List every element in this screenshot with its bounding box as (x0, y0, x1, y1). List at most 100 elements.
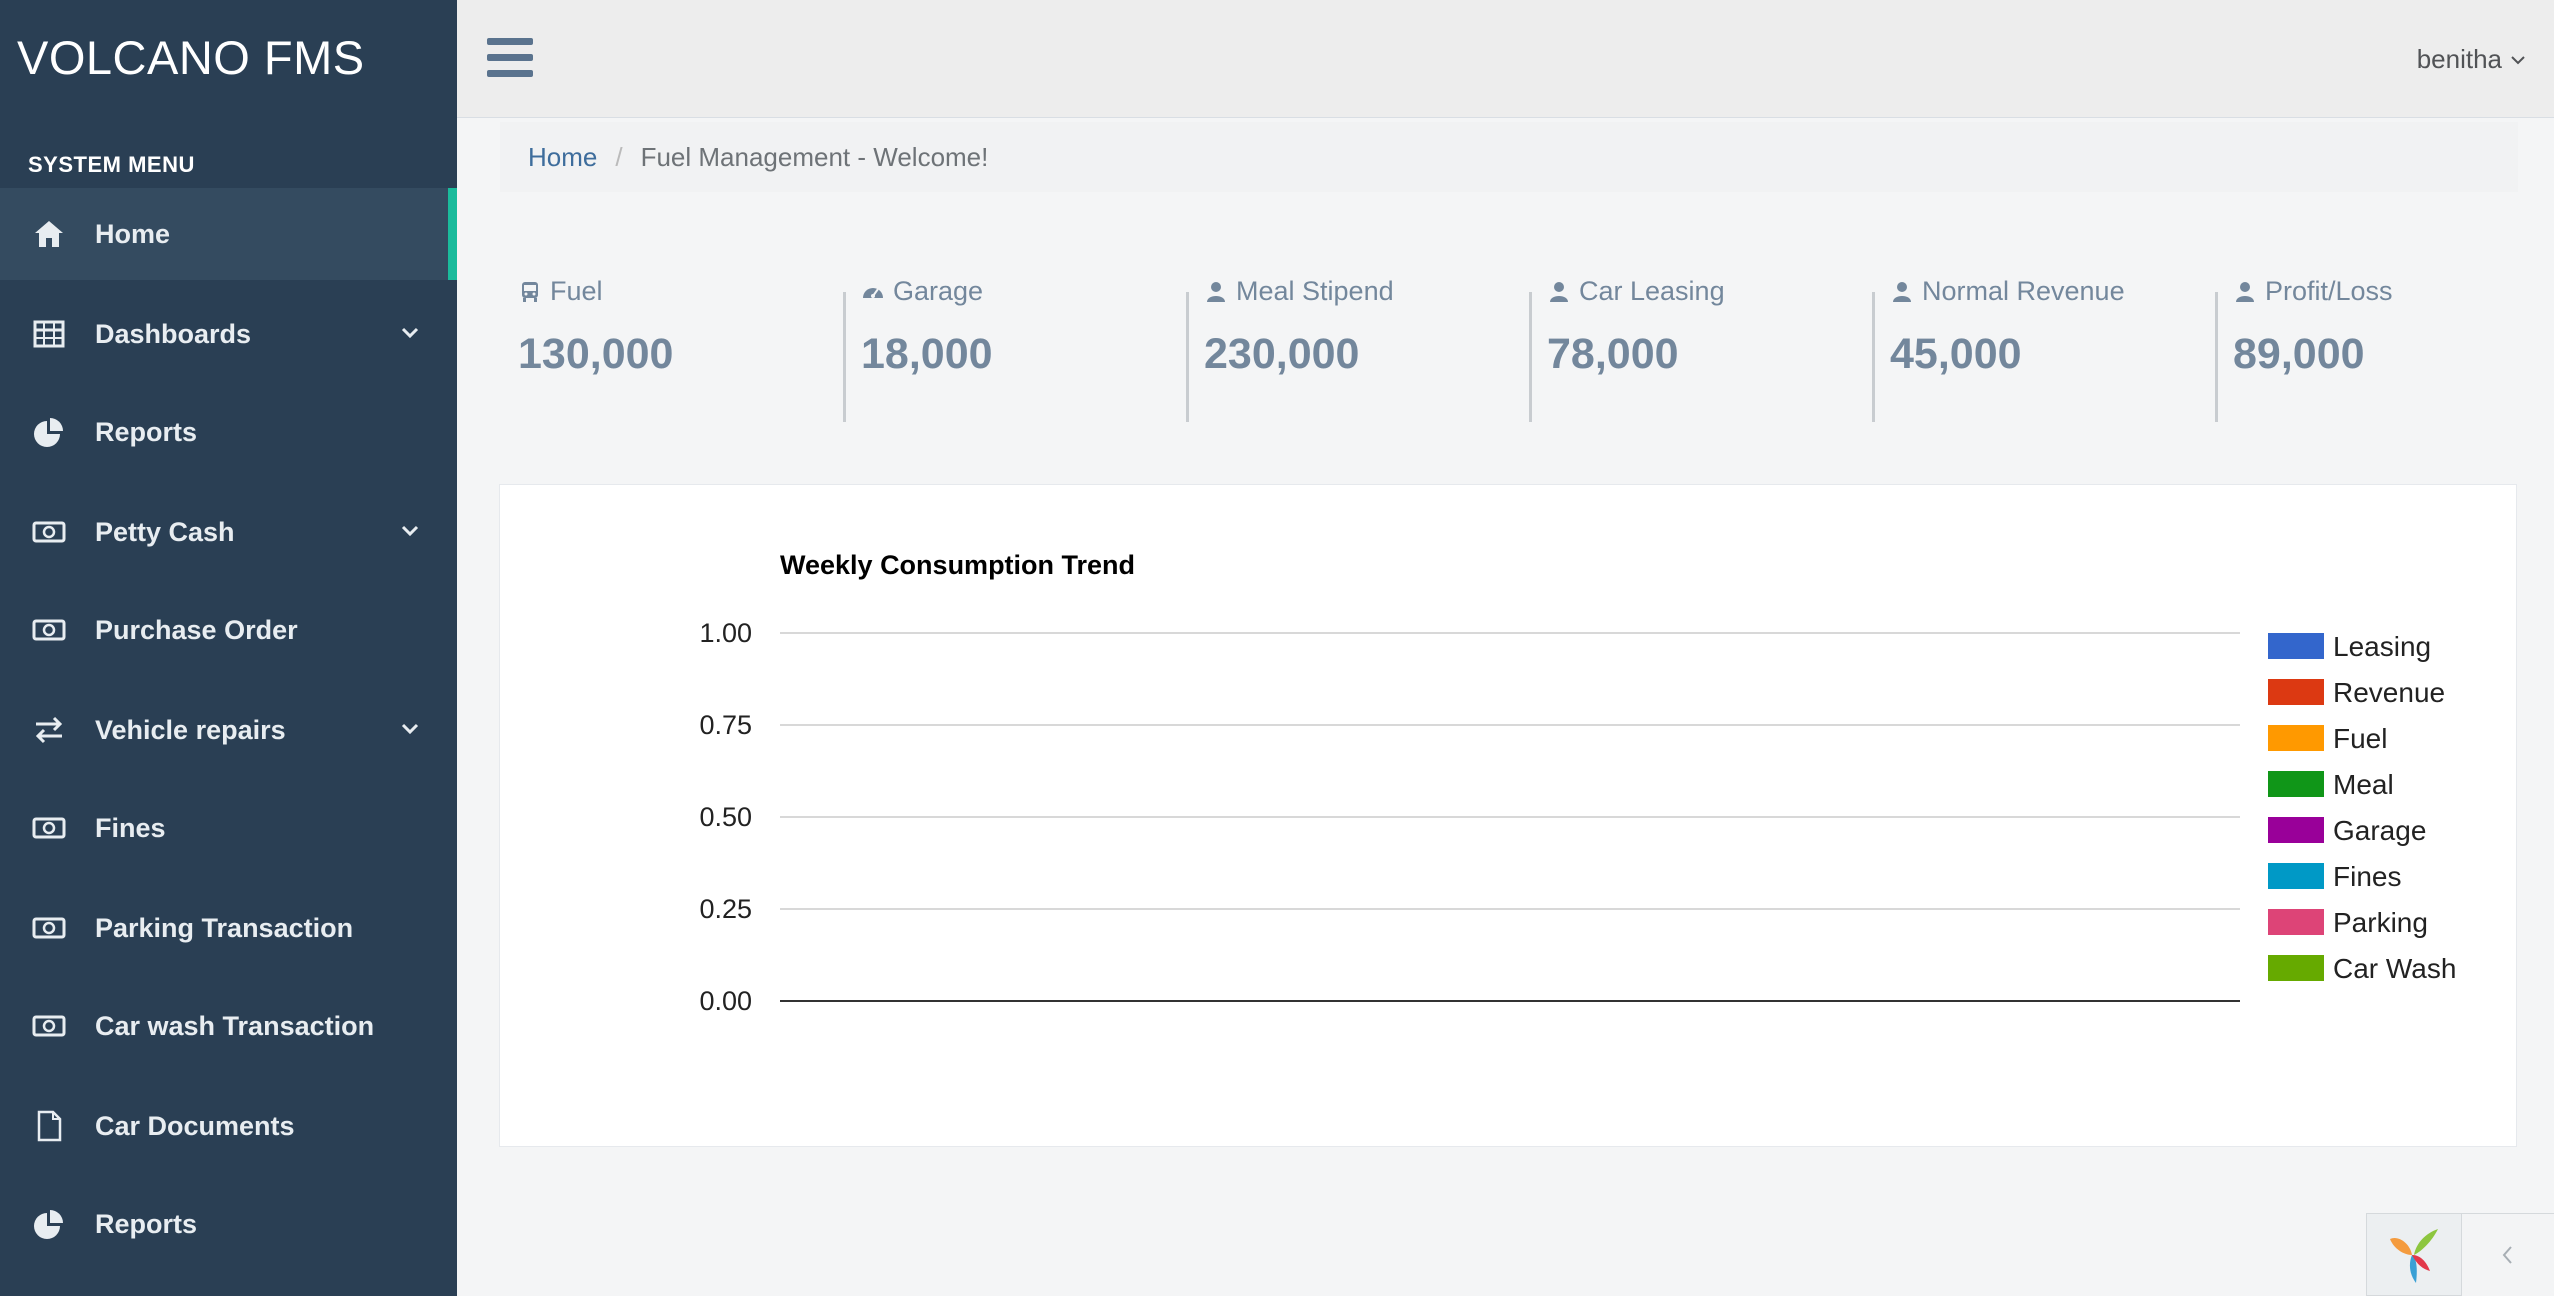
sidebar-item-vehicle-repairs[interactable]: Vehicle repairs (0, 684, 457, 776)
stat-label: Profit/Loss (2233, 276, 2393, 307)
sidebar-item-car-documents[interactable]: Car Documents (0, 1080, 457, 1172)
sidebar-item-dashboards[interactable]: Dashboards (0, 288, 457, 380)
money-icon (27, 515, 71, 549)
legend-item-fines[interactable]: Fines (2268, 861, 2401, 892)
chart-title: Weekly Consumption Trend (780, 550, 1135, 580)
stat-tiles: Fuel 130,000 Garage 18,000 Meal Stipend 230,0… (500, 262, 2518, 432)
yii-logo-icon (2390, 1228, 2438, 1283)
stat-value: 18,000 (861, 330, 993, 378)
stat-divider (1872, 292, 1875, 422)
sidebar-item-label: Purchase Order (95, 614, 298, 645)
stat-label-text: Fuel (550, 276, 603, 306)
sidebar-item-purchase-order[interactable]: Purchase Order (0, 584, 457, 676)
money-icon (27, 613, 71, 647)
user-name: benitha (2416, 44, 2502, 74)
legend-label: Garage (2333, 815, 2426, 846)
legend-item-revenue[interactable]: Revenue (2268, 677, 2445, 708)
money-icon (27, 911, 71, 945)
legend-label: Parking (2333, 907, 2428, 938)
legend-swatch (2268, 771, 2324, 797)
stat-label-text: Meal Stipend (1236, 276, 1394, 306)
legend-item-garage[interactable]: Garage (2268, 815, 2426, 846)
money-icon (27, 1009, 71, 1043)
stat-label-text: Normal Revenue (1922, 276, 2125, 306)
stat-label: Normal Revenue (1890, 276, 2125, 307)
stat-tile-normal-revenue: Normal Revenue 45,000 (1872, 262, 2215, 422)
legend-swatch (2268, 909, 2324, 935)
exchange-icon (27, 713, 71, 747)
stat-divider (2215, 292, 2218, 422)
home-icon (27, 217, 71, 251)
user-icon (1893, 281, 1911, 302)
money-icon (27, 811, 71, 845)
stat-value: 130,000 (518, 330, 674, 378)
legend-swatch (2268, 817, 2324, 843)
stat-value: 45,000 (1890, 330, 2022, 378)
sidebar-item-label: Reports (95, 416, 198, 447)
y-tick-label: 0.00 (699, 986, 752, 1016)
legend-item-leasing[interactable]: Leasing (2268, 631, 2431, 662)
chevron-down-icon (401, 525, 419, 537)
sidebar-item-label: Petty Cash (95, 516, 235, 547)
legend-swatch (2268, 633, 2324, 659)
stat-divider (843, 292, 846, 422)
stat-tile-meal-stipend: Meal Stipend 230,000 (1186, 262, 1529, 422)
sidebar-item-label: Vehicle repairs (95, 714, 286, 745)
legend-item-meal[interactable]: Meal (2268, 769, 2394, 800)
stat-label: Meal Stipend (1204, 276, 1394, 307)
table-icon (27, 317, 71, 351)
sidebar-item-label: Car Documents (95, 1110, 295, 1141)
sidebar-item-parking-transaction[interactable]: Parking Transaction (0, 882, 457, 974)
stat-value: 78,000 (1547, 330, 1679, 378)
pie-chart-icon (27, 415, 71, 449)
sidebar-item-reports[interactable]: Reports (0, 1178, 457, 1270)
sidebar-item-label: Reports (95, 1208, 198, 1239)
chevron-down-icon (401, 327, 419, 339)
debug-toolbar-toggle[interactable] (2462, 1213, 2554, 1296)
legend-item-parking[interactable]: Parking (2268, 907, 2428, 938)
stat-label-text: Profit/Loss (2265, 276, 2393, 306)
chevron-down-icon (2511, 55, 2525, 64)
stat-tile-car-leasing: Car Leasing 78,000 (1529, 262, 1872, 422)
legend-label: Fines (2333, 861, 2401, 892)
bus-icon (522, 281, 538, 302)
user-icon (2236, 281, 2254, 302)
debug-toolbar-logo[interactable] (2366, 1213, 2462, 1296)
legend-label: Car Wash (2333, 953, 2456, 984)
weekly-consumption-chart: Weekly Consumption Trend 1.00 0.75 0.50 0.25… (699, 550, 2456, 1016)
menu-toggle-icon[interactable] (487, 38, 533, 78)
stat-value: 89,000 (2233, 330, 2365, 378)
sidebar-item-home[interactable]: Home (0, 188, 457, 280)
user-icon (1550, 281, 1568, 302)
stat-label: Car Leasing (1547, 276, 1725, 307)
stat-label-text: Garage (893, 276, 984, 306)
legend-item-car-wash[interactable]: Car Wash (2268, 953, 2456, 984)
sidebar-item-fines[interactable]: Fines (0, 782, 457, 874)
legend-label: Revenue (2333, 677, 2445, 708)
sidebar-item-petty-cash[interactable]: Petty Cash (0, 486, 457, 578)
chevron-down-icon (401, 723, 419, 735)
sidebar-item-label: Dashboards (95, 318, 252, 349)
breadcrumb: Home / Fuel Management - Welcome! (500, 122, 2518, 192)
dashboard-icon (863, 287, 883, 298)
chart-panel: Weekly Consumption Trend 1.00 0.75 0.50 0.25… (499, 484, 2517, 1147)
stat-label: Garage (861, 276, 983, 307)
sidebar-item-label: Parking Transaction (95, 912, 354, 943)
user-icon (1207, 281, 1225, 302)
app-title[interactable]: VOLCANO FMS (17, 30, 365, 85)
sidebar-item-car-wash-transaction[interactable]: Car wash Transaction (0, 980, 457, 1072)
legend-label: Fuel (2333, 723, 2387, 754)
breadcrumb-separator: / (615, 141, 623, 172)
legend-label: Meal (2333, 769, 2394, 800)
stat-divider (1186, 292, 1189, 422)
sidebar-item-reports[interactable]: Reports (0, 386, 457, 478)
sidebar: VOLCANO FMS SYSTEM MENU Home Dashboards Re… (0, 0, 457, 1296)
stat-tile-garage: Garage 18,000 (843, 262, 1186, 422)
legend-swatch (2268, 679, 2324, 705)
breadcrumb-home-link[interactable]: Home (528, 142, 597, 173)
sidebar-item-label: Car wash Transaction (95, 1010, 375, 1041)
legend-item-fuel[interactable]: Fuel (2268, 723, 2387, 754)
user-menu[interactable]: benitha (2417, 44, 2526, 75)
pie-chart-icon (27, 1207, 71, 1241)
sidebar-item-label: Fines (95, 812, 166, 843)
